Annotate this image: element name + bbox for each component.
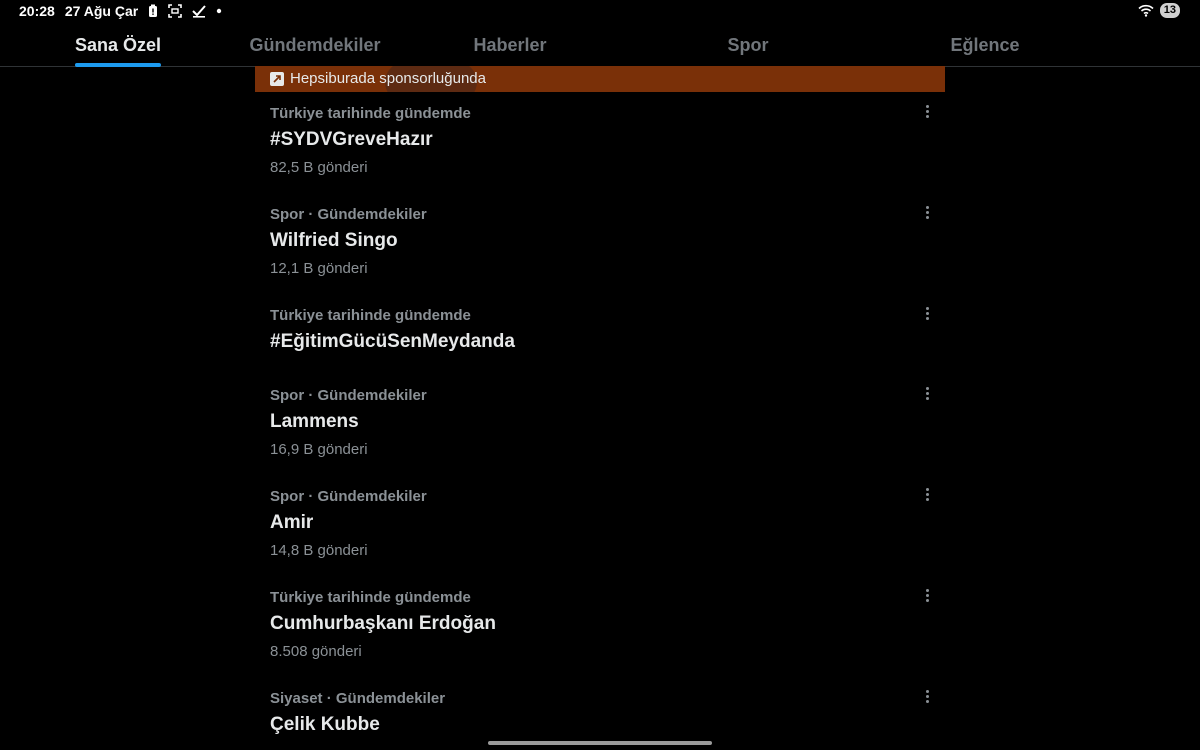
trend-title: Amir [270,512,314,533]
status-bar: 20:28 27 Ağu Çar 13 [0,0,1200,24]
tab-entertainment[interactable]: Eğlence [950,26,1019,66]
check-icon [192,4,206,18]
promoted-trend-banner[interactable]: Hepsiburada sponsorluğunda [255,66,945,92]
trend-context: Türkiye tarihinde gündemde [270,589,471,606]
date: 27 Ağu Çar [64,3,139,19]
trend-context: Siyaset · Gündemdekiler [270,690,446,707]
more-options-icon[interactable] [919,99,935,123]
trend-post-count: 16,9 B gönderi [270,441,368,458]
trend-title: Lammens [270,411,359,432]
trend-post-count: 12,1 B gönderi [270,260,368,277]
tab-for-you[interactable]: Sana Özel [74,26,162,67]
home-indicator[interactable] [488,741,712,745]
tab-sports[interactable]: Spor [727,26,768,66]
battery-saver-icon [148,4,158,18]
trend-title: Wilfried Singo [270,230,398,251]
trend-post-count: 14,8 B gönderi [270,542,368,559]
trend-item[interactable]: Türkiye tarihinde gündemde Cumhurbaşkanı… [255,588,945,685]
status-right: 13 [1138,3,1180,18]
clock: 20:28 [19,3,55,19]
trend-post-count: 82,5 B gönderi [270,159,368,176]
battery-level: 13 [1159,3,1180,18]
tab-trending[interactable]: Gündemdekiler [249,26,380,66]
trend-context: Türkiye tarihinde gündemde [270,307,471,324]
tab-news[interactable]: Haberler [473,26,546,66]
trend-item[interactable]: Spor · Gündemdekiler Wilfried Singo 12,1… [255,205,945,302]
trend-post-count: 8.508 gönderi [270,643,362,660]
more-options-icon[interactable] [919,381,935,405]
promoted-icon [270,71,284,86]
trend-context: Spor · Gündemdekiler [270,206,427,223]
more-options-icon[interactable] [919,684,935,708]
promo-text: Hepsiburada sponsorluğunda [290,70,486,87]
notification-dot-icon [216,8,222,14]
status-left: 20:28 27 Ağu Çar [19,3,222,19]
active-tab-indicator [74,63,162,67]
trend-title: Çelik Kubbe [270,714,380,735]
more-options-icon[interactable] [919,200,935,224]
trend-item[interactable]: Türkiye tarihinde gündemde #SYDVGreveHaz… [255,104,945,201]
tab-bar: Sana Özel Gündemdekiler Haberler Spor Eğ… [0,26,1200,67]
trend-item[interactable]: Spor · Gündemdekiler Amir 14,8 B gönderi [255,487,945,584]
more-options-icon[interactable] [919,583,935,607]
trend-title: #EğitimGücüSenMeydanda [270,331,515,352]
trend-title: #SYDVGreveHazır [270,129,433,150]
trend-context: Türkiye tarihinde gündemde [270,105,471,122]
more-options-icon[interactable] [919,482,935,506]
wifi-icon [1138,4,1154,17]
trend-context: Spor · Gündemdekiler [270,488,427,505]
more-options-icon[interactable] [919,301,935,325]
promo-label: Hepsiburada sponsorluğunda [270,70,486,87]
trend-title: Cumhurbaşkanı Erdoğan [270,613,496,634]
trends-feed: Hepsiburada sponsorluğunda Türkiye tarih… [255,66,945,750]
trend-item[interactable]: Spor · Gündemdekiler Lammens 16,9 B gönd… [255,386,945,483]
trend-context: Spor · Gündemdekiler [270,387,427,404]
screenshot-icon [168,4,183,18]
